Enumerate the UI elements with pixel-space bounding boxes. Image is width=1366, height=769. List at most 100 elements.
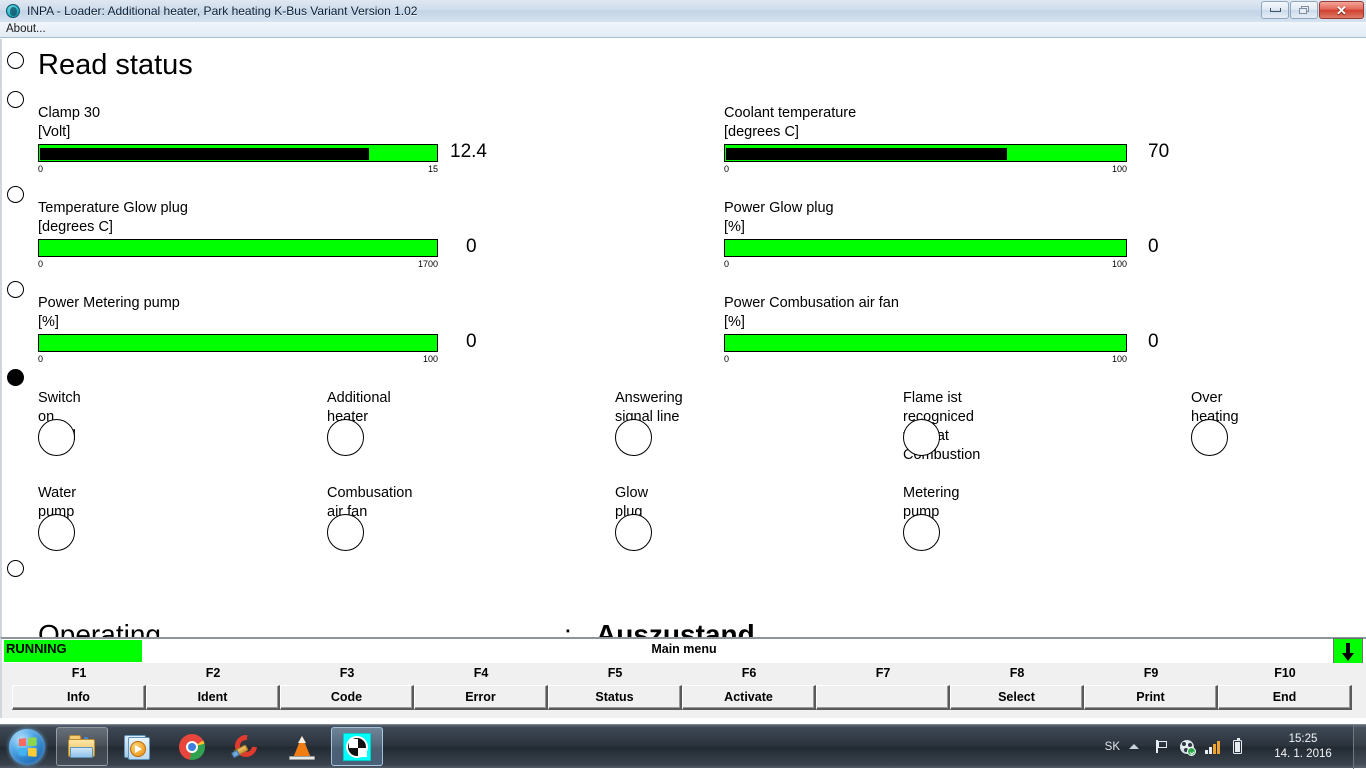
taskbar-item-vlc[interactable] bbox=[276, 727, 328, 766]
gauge-max-tick: 100 bbox=[1111, 164, 1127, 174]
minimize-button[interactable] bbox=[1261, 1, 1289, 19]
clock-date: 14. 1. 2016 bbox=[1274, 748, 1332, 760]
gauge-max-tick: 100 bbox=[1111, 259, 1127, 269]
taskbar-apps bbox=[56, 727, 383, 767]
clock-time: 15:25 bbox=[1288, 733, 1318, 745]
taskbar-item-media-player[interactable] bbox=[111, 727, 163, 766]
f5-status-button[interactable]: Status bbox=[548, 685, 682, 710]
indicator-led bbox=[327, 419, 364, 456]
f6-activate-button[interactable]: Activate bbox=[682, 685, 816, 710]
fkey-name: F4 bbox=[473, 666, 489, 680]
gauge-min-tick: 0 bbox=[724, 164, 730, 174]
battery-icon[interactable] bbox=[1229, 737, 1245, 755]
taskbar-item-google-chrome[interactable] bbox=[166, 727, 218, 766]
taskbar-item-windows-explorer[interactable] bbox=[56, 727, 108, 766]
gauge-value: 0 bbox=[1148, 236, 1159, 257]
fkey-f2: F2 Ident bbox=[146, 663, 280, 710]
status-bar: RUNNING Main menu bbox=[0, 637, 1366, 666]
restore-icon bbox=[1299, 5, 1309, 15]
gauge-value: 0 bbox=[1148, 331, 1159, 352]
indicator-led bbox=[1191, 419, 1228, 456]
google-chrome-icon bbox=[177, 732, 207, 762]
taskbar-item-inpa[interactable] bbox=[331, 727, 383, 766]
fkey-f5: F5 Status bbox=[548, 663, 682, 710]
close-button[interactable]: ✕ bbox=[1319, 1, 1364, 19]
gauge-min-tick: 0 bbox=[38, 164, 44, 174]
fkey-name: F1 bbox=[71, 666, 87, 680]
gauge-track bbox=[38, 144, 438, 162]
indicator-led bbox=[903, 514, 940, 551]
fkey-f7: F7 bbox=[816, 663, 950, 710]
gauge-label: Power Combusation air fan [%] bbox=[724, 295, 899, 330]
windows-logo-icon bbox=[9, 728, 45, 765]
gauge-min-tick: 0 bbox=[724, 354, 730, 364]
client-area: Read status Clamp 30 [Volt] 0 15 12.4 Co… bbox=[0, 39, 1366, 682]
menu-item-about[interactable]: About... bbox=[0, 22, 52, 37]
fkey-name: F5 bbox=[607, 666, 623, 680]
gauge-fill bbox=[726, 148, 1007, 160]
status-center-label: Main menu bbox=[651, 642, 717, 656]
f1-info-button[interactable]: Info bbox=[12, 685, 146, 710]
indicator-led bbox=[38, 514, 75, 551]
windows-taskbar: SK 15:25 14. 1. 2016 bbox=[0, 724, 1366, 769]
f9-print-button[interactable]: Print bbox=[1084, 685, 1218, 710]
indicator-led bbox=[615, 419, 652, 456]
gauge-label: Coolant temperature [degrees C] bbox=[724, 105, 857, 140]
taskbar-item-ccleaner[interactable] bbox=[221, 727, 273, 766]
indicator-led bbox=[615, 514, 652, 551]
windows-explorer-icon bbox=[67, 732, 97, 762]
f8-select-button[interactable]: Select bbox=[950, 685, 1084, 710]
tray-language-indicator[interactable]: SK bbox=[1105, 741, 1120, 753]
gauge-track bbox=[724, 334, 1127, 352]
inpa-bmw-icon bbox=[342, 732, 372, 762]
fkey-name: F7 bbox=[875, 666, 891, 680]
antivirus-shield-icon[interactable] bbox=[1179, 739, 1196, 756]
fkey-name: F3 bbox=[339, 666, 355, 680]
system-tray: SK 15:25 14. 1. 2016 bbox=[1105, 725, 1366, 769]
action-center-flag-icon[interactable] bbox=[1154, 739, 1170, 755]
f3-code-button[interactable]: Code bbox=[280, 685, 414, 710]
gauge-track bbox=[38, 239, 438, 257]
fkey-f3: F3 Code bbox=[280, 663, 414, 710]
indicator-led bbox=[903, 419, 940, 456]
maximize-button[interactable] bbox=[1290, 1, 1318, 19]
fkey-f8: F8 Select bbox=[950, 663, 1084, 710]
f10-end-button[interactable]: End bbox=[1218, 685, 1352, 710]
fkey-f4: F4 Error bbox=[414, 663, 548, 710]
gauge-track bbox=[38, 334, 438, 352]
fkey-name: F10 bbox=[1274, 666, 1296, 680]
arrow-down-icon[interactable] bbox=[1333, 638, 1363, 666]
start-button[interactable] bbox=[2, 726, 52, 767]
f2-ident-button[interactable]: Ident bbox=[146, 685, 280, 710]
indicator-led bbox=[327, 514, 364, 551]
minimize-icon bbox=[1269, 8, 1281, 12]
taskbar-clock[interactable]: 15:25 14. 1. 2016 bbox=[1255, 732, 1351, 762]
ccleaner-icon bbox=[230, 730, 262, 762]
f4-error-button[interactable]: Error bbox=[414, 685, 548, 710]
show-hidden-icons-chevron-icon[interactable] bbox=[1129, 739, 1145, 755]
gauge-label: Power Metering pump [%] bbox=[38, 295, 180, 330]
gauge-min-tick: 0 bbox=[38, 354, 44, 364]
network-signal-icon[interactable] bbox=[1204, 739, 1220, 755]
gauge-max-tick: 1700 bbox=[417, 259, 438, 269]
gauge-fill bbox=[40, 148, 370, 160]
window-controls: ✕ bbox=[1261, 1, 1364, 19]
fkey-name: F9 bbox=[1143, 666, 1159, 680]
tray-icons bbox=[1129, 737, 1245, 756]
gauge-label: Power Glow plug [%] bbox=[724, 200, 834, 235]
page-title: Read status bbox=[38, 49, 193, 81]
window-title: INPA - Loader: Additional heater, Park h… bbox=[27, 4, 418, 18]
gauge-max-tick: 100 bbox=[422, 354, 438, 364]
gauge-min-tick: 0 bbox=[724, 259, 730, 269]
f7-empty-button[interactable] bbox=[816, 685, 950, 710]
fkey-f9: F9 Print bbox=[1084, 663, 1218, 710]
gauge-track bbox=[724, 239, 1127, 257]
fkey-f10: F10 End bbox=[1218, 663, 1352, 710]
gauge-track bbox=[724, 144, 1127, 162]
gauge-label: Clamp 30 [Volt] bbox=[38, 105, 101, 140]
fkey-name: F6 bbox=[741, 666, 757, 680]
globe-icon bbox=[5, 3, 21, 19]
gauge-min-tick: 0 bbox=[38, 259, 44, 269]
fkey-name: F2 bbox=[205, 666, 221, 680]
show-desktop-button[interactable] bbox=[1353, 725, 1366, 769]
